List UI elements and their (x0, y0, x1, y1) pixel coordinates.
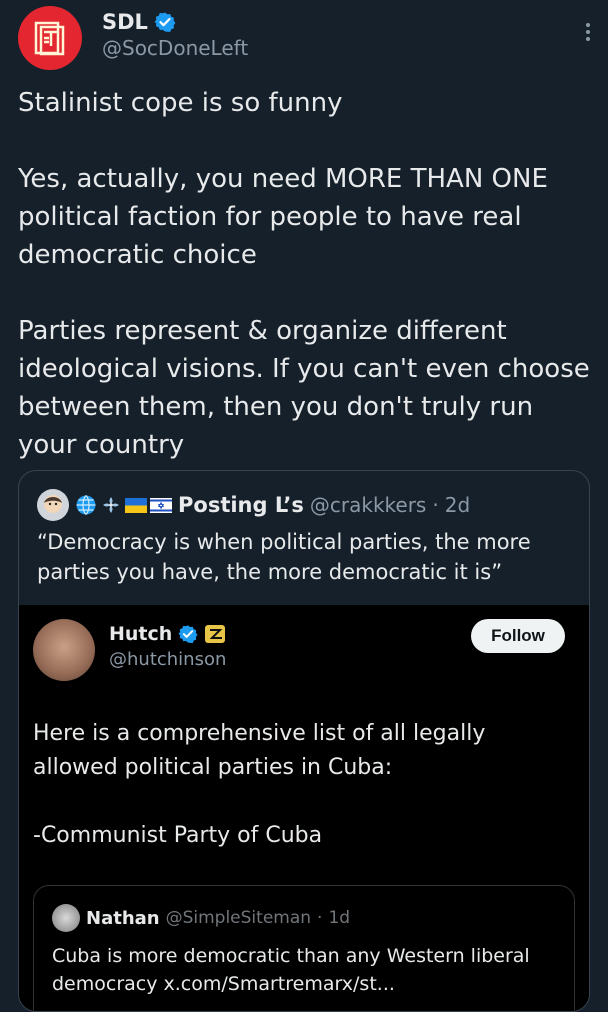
globe-icon (76, 495, 96, 515)
quoted-tweet[interactable]: Posting L’s @crakkkers · 2d “Democracy i… (18, 470, 590, 1012)
quoted-author-handle[interactable]: @crakkkers (310, 493, 426, 517)
tweet-header: SDL @SocDoneLeft (18, 6, 592, 72)
nested-tweet-text: Cuba is more democratic than any Western… (52, 945, 530, 995)
flower-icon (103, 497, 119, 513)
author-handle[interactable]: @SocDoneLeft (102, 36, 248, 60)
newspaper-logo-icon (34, 21, 65, 56)
tweet-text: Stalinist cope is so funny Yes, actually… (18, 88, 590, 460)
separator-dot: · (317, 908, 323, 928)
quoted-author-name[interactable]: Posting L’s (178, 493, 304, 517)
nested-author-avatar (52, 904, 80, 932)
affiliate-badge-icon (205, 625, 226, 643)
author-display-name[interactable]: SDL (102, 10, 148, 34)
embedded-screenshot: Hutch @hutchinson Follow Here is a compr… (19, 605, 589, 1011)
ukraine-flag-icon (125, 497, 147, 513)
nested-quoted-tweet: Nathan @SimpleSiteman · 1d Cuba is more … (33, 885, 575, 1011)
israel-flag-icon (150, 497, 172, 513)
author-avatar[interactable] (18, 6, 82, 70)
nested-author-name: Nathan (86, 907, 160, 929)
verified-badge-icon (178, 625, 198, 644)
quoted-tweet-text: “Democracy is when political parties, th… (37, 530, 531, 584)
screenshot-author-name: Hutch (109, 623, 173, 645)
follow-button: Follow (471, 619, 565, 653)
screenshot-tweet-text: Here is a comprehensive list of all lega… (33, 721, 486, 848)
more-options-icon[interactable] (584, 20, 592, 44)
screenshot-author-avatar (33, 619, 95, 681)
quoted-timestamp[interactable]: 2d (445, 493, 470, 517)
emoji-list (75, 494, 172, 516)
separator-dot: · (432, 493, 439, 517)
nested-author-handle: @SimpleSiteman (165, 908, 312, 928)
quoted-author-avatar[interactable] (37, 489, 69, 521)
screenshot-author-handle: @hutchinson (109, 649, 227, 670)
nested-timestamp: 1d (328, 908, 351, 928)
verified-badge-icon (154, 12, 176, 32)
quoted-tweet-header: Posting L’s @crakkkers · 2d (37, 489, 470, 521)
cartoon-avatar-icon (44, 495, 62, 513)
